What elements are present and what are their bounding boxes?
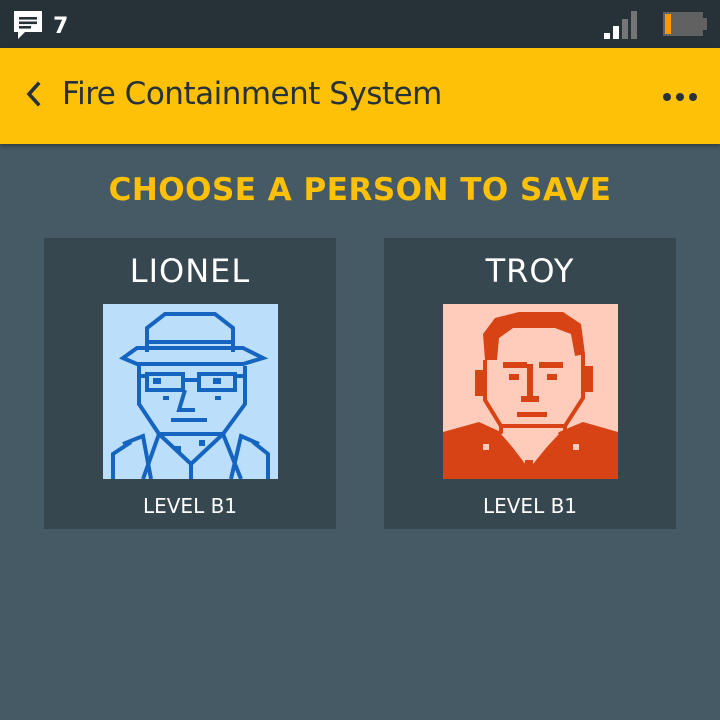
chevron-left-icon xyxy=(23,81,45,111)
status-bar: 7 xyxy=(0,0,720,48)
battery-icon xyxy=(662,11,708,41)
more-options-button[interactable] xyxy=(658,78,702,114)
portrait-troy xyxy=(443,304,618,479)
person-name: TROY xyxy=(485,252,575,290)
app-bar: Fire Containment System xyxy=(0,48,720,144)
more-horizontal-icon xyxy=(662,87,698,106)
back-button[interactable] xyxy=(16,78,52,114)
signal-icon xyxy=(604,10,642,44)
portrait-lionel xyxy=(103,304,278,479)
notification-indicator[interactable]: 7 xyxy=(12,8,68,44)
person-level: LEVEL B1 xyxy=(142,494,238,518)
person-card-troy[interactable]: TROY LEVEL B1 xyxy=(384,238,676,529)
page-title: Fire Containment System xyxy=(62,76,442,112)
notification-count: 7 xyxy=(53,13,69,39)
person-card-lionel[interactable]: LIONEL LEVEL B1 xyxy=(44,238,336,529)
choose-heading: CHOOSE A PERSON TO SAVE xyxy=(108,172,612,208)
message-icon xyxy=(12,8,44,44)
person-name: LIONEL xyxy=(129,252,251,290)
person-level: LEVEL B1 xyxy=(482,494,578,518)
